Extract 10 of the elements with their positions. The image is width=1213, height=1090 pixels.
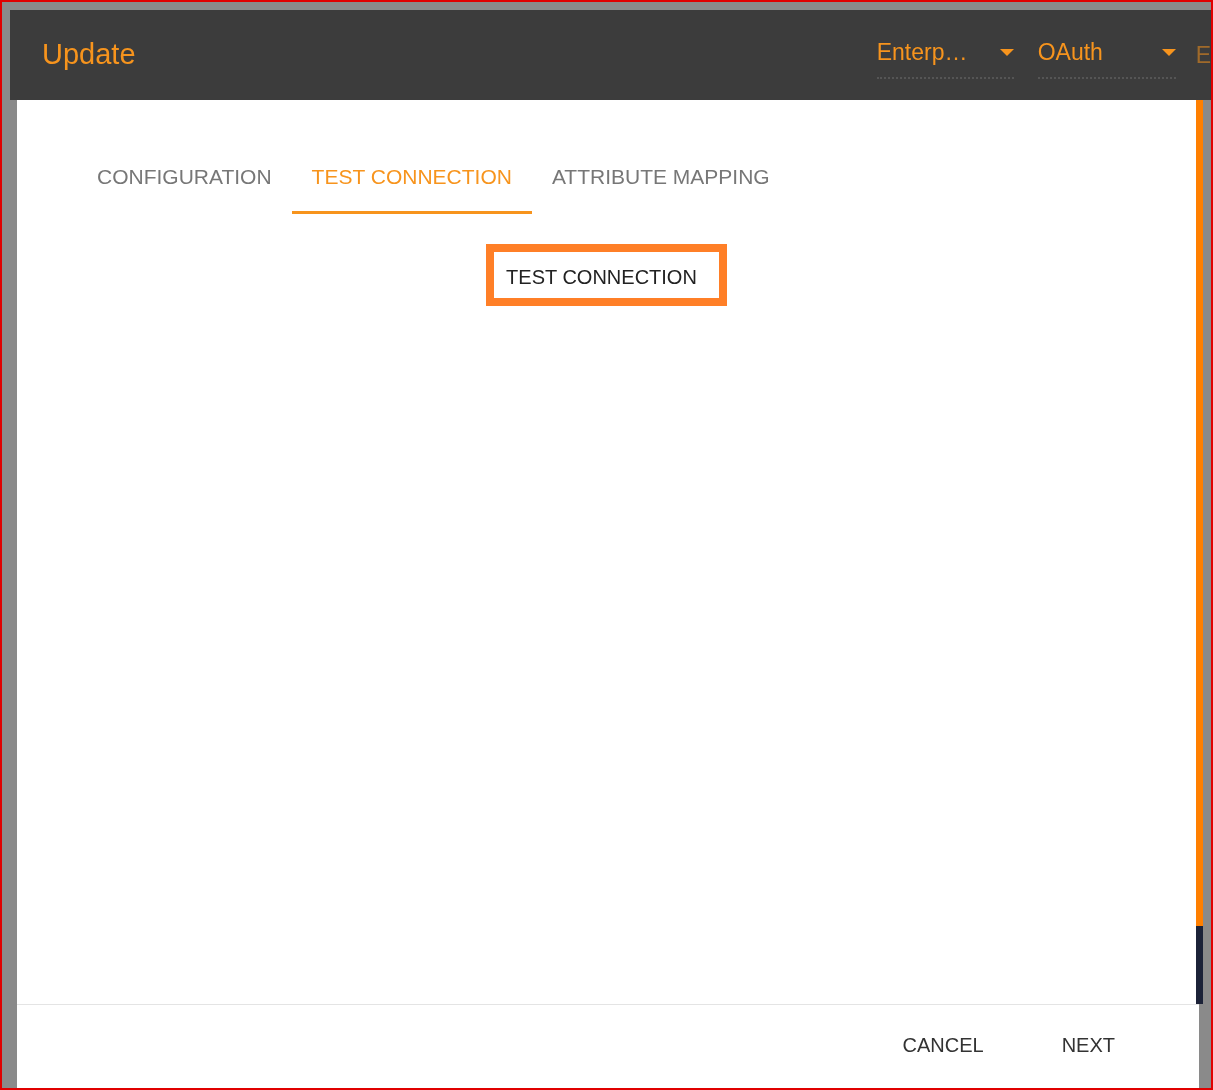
tab[interactable]: CONFIGURATION bbox=[77, 145, 292, 214]
dropdown[interactable]: OAuth bbox=[1037, 30, 1176, 80]
caret-icon bbox=[999, 48, 1014, 56]
dialog-title: Update bbox=[42, 37, 136, 73]
tab[interactable]: ATTRIBUTE MAPPING bbox=[531, 145, 790, 214]
caret-icon bbox=[1161, 48, 1176, 56]
test-connection-button[interactable]: TEST CONNECTION bbox=[486, 243, 727, 306]
next-button[interactable]: NEXT bbox=[1021, 1021, 1139, 1072]
cancel-button[interactable]: CANCEL bbox=[862, 1021, 1008, 1072]
dropdown[interactable]: Enterp… bbox=[876, 30, 1014, 80]
